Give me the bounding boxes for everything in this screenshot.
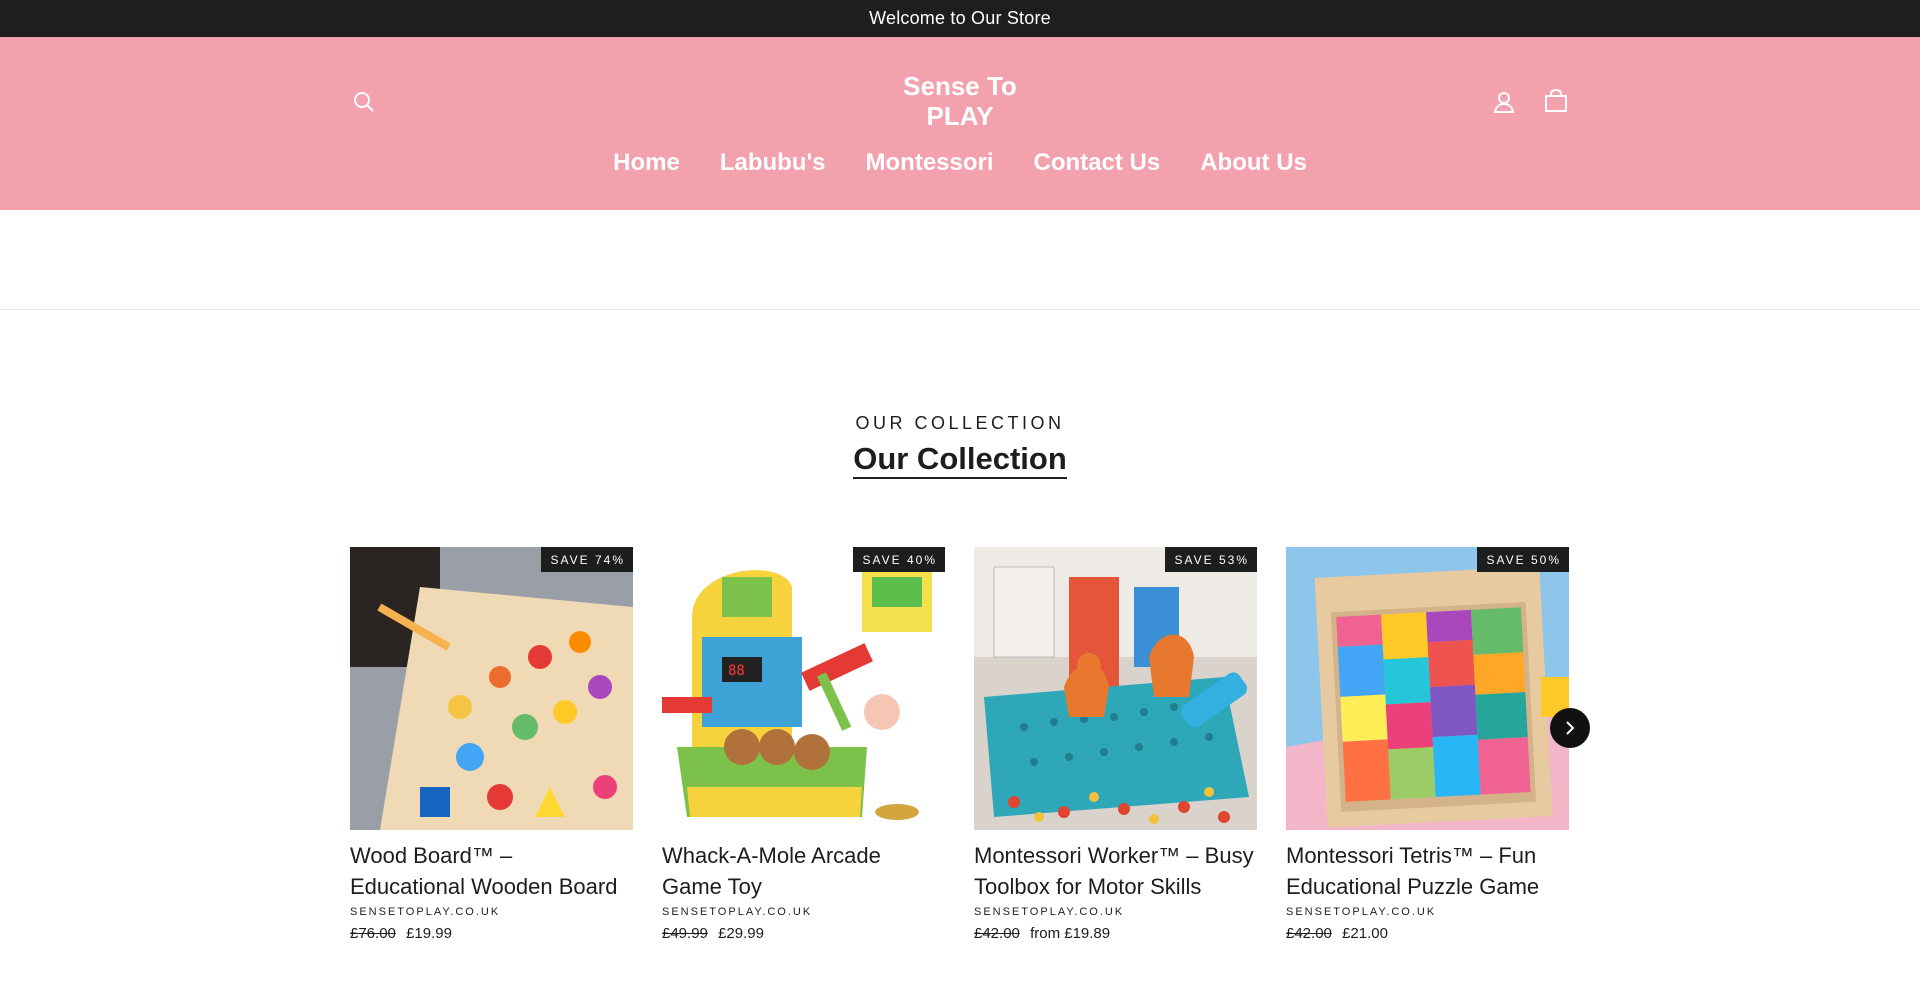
- sale-price: £21.00: [1342, 925, 1388, 942]
- product-card[interactable]: 88 SAVE 40% Whack-A-Mole Arcade Game Toy…: [662, 547, 945, 942]
- product-grid: SAVE 74% Wood Board™ – Educational Woode…: [350, 547, 1570, 993]
- product-image[interactable]: 88 SAVE 40%: [662, 547, 945, 830]
- product-card[interactable]: SAVE 74% Wood Board™ – Educational Woode…: [350, 547, 633, 942]
- product-price: £49.99 £29.99: [662, 925, 945, 942]
- collection-heading-wrap: Our Collection: [0, 441, 1920, 479]
- search-icon: [354, 92, 374, 112]
- site-header: Sense To PLAY Home Labubu's Montessori C…: [0, 37, 1920, 210]
- account-button[interactable]: [1489, 87, 1519, 117]
- product-price: £42.00 £21.00: [1286, 925, 1569, 942]
- section-divider: [0, 309, 1920, 310]
- svg-text:88: 88: [728, 663, 745, 679]
- product-vendor: SENSETOPLAY.CO.UK: [1286, 906, 1437, 918]
- product-vendor: SENSETOPLAY.CO.UK: [350, 906, 501, 918]
- product-price: £42.00 from £19.89: [974, 925, 1257, 942]
- nav-about-us[interactable]: About Us: [1200, 149, 1307, 177]
- product-vendor: SENSETOPLAY.CO.UK: [662, 906, 813, 918]
- sale-price: £29.99: [718, 925, 764, 942]
- announcement-bar: Welcome to Our Store: [0, 0, 1920, 37]
- store-logo[interactable]: Sense To PLAY: [860, 71, 1060, 131]
- logo-line1: Sense To: [903, 71, 1017, 101]
- product-card[interactable]: SAVE 50% Montessori Tetris™ – Fun Educat…: [1286, 547, 1569, 942]
- chevron-right-icon: [1566, 721, 1575, 735]
- sale-badge: SAVE 50%: [1476, 547, 1569, 572]
- compare-price: £76.00: [350, 925, 396, 942]
- sale-badge: SAVE 74%: [540, 547, 633, 572]
- product-price: £76.00 £19.99: [350, 925, 633, 942]
- user-icon: [1493, 92, 1515, 113]
- nav-contact-us[interactable]: Contact Us: [1034, 149, 1161, 177]
- product-image[interactable]: SAVE 53%: [974, 547, 1257, 830]
- compare-price: £42.00: [1286, 925, 1332, 942]
- product-title[interactable]: Montessori Worker™ – Busy Toolbox for Mo…: [974, 840, 1257, 902]
- product-title[interactable]: Wood Board™ – Educational Wooden Board: [350, 840, 633, 902]
- search-button[interactable]: [349, 87, 379, 117]
- main-nav: Home Labubu's Montessori Contact Us Abou…: [0, 149, 1920, 177]
- product-title[interactable]: Montessori Tetris™ – Fun Educational Puz…: [1286, 840, 1569, 902]
- product-card[interactable]: SAVE 53% Montessori Worker™ – Busy Toolb…: [974, 547, 1257, 942]
- nav-home[interactable]: Home: [613, 149, 680, 177]
- compare-price: £42.00: [974, 925, 1020, 942]
- sale-price: £19.99: [406, 925, 452, 942]
- carousel-next-button[interactable]: [1550, 708, 1590, 748]
- product-title[interactable]: Whack-A-Mole Arcade Game Toy: [662, 840, 945, 902]
- collection-subheading: OUR COLLECTION: [855, 413, 1065, 433]
- sale-badge: SAVE 40%: [852, 547, 945, 572]
- cart-button[interactable]: [1541, 86, 1571, 116]
- announcement-text: Welcome to Our Store: [869, 8, 1051, 28]
- logo-line2: PLAY: [926, 101, 994, 131]
- sale-price: from £19.89: [1030, 925, 1111, 942]
- product-image[interactable]: SAVE 50%: [1286, 547, 1569, 830]
- nav-montessori[interactable]: Montessori: [866, 149, 994, 177]
- product-vendor: SENSETOPLAY.CO.UK: [974, 906, 1125, 918]
- sale-badge: SAVE 53%: [1164, 547, 1257, 572]
- compare-price: £49.99: [662, 925, 708, 942]
- product-image[interactable]: SAVE 74%: [350, 547, 633, 830]
- collection-heading-link[interactable]: Our Collection: [853, 441, 1067, 479]
- nav-labubus[interactable]: Labubu's: [720, 149, 826, 177]
- bag-icon: [1545, 89, 1567, 112]
